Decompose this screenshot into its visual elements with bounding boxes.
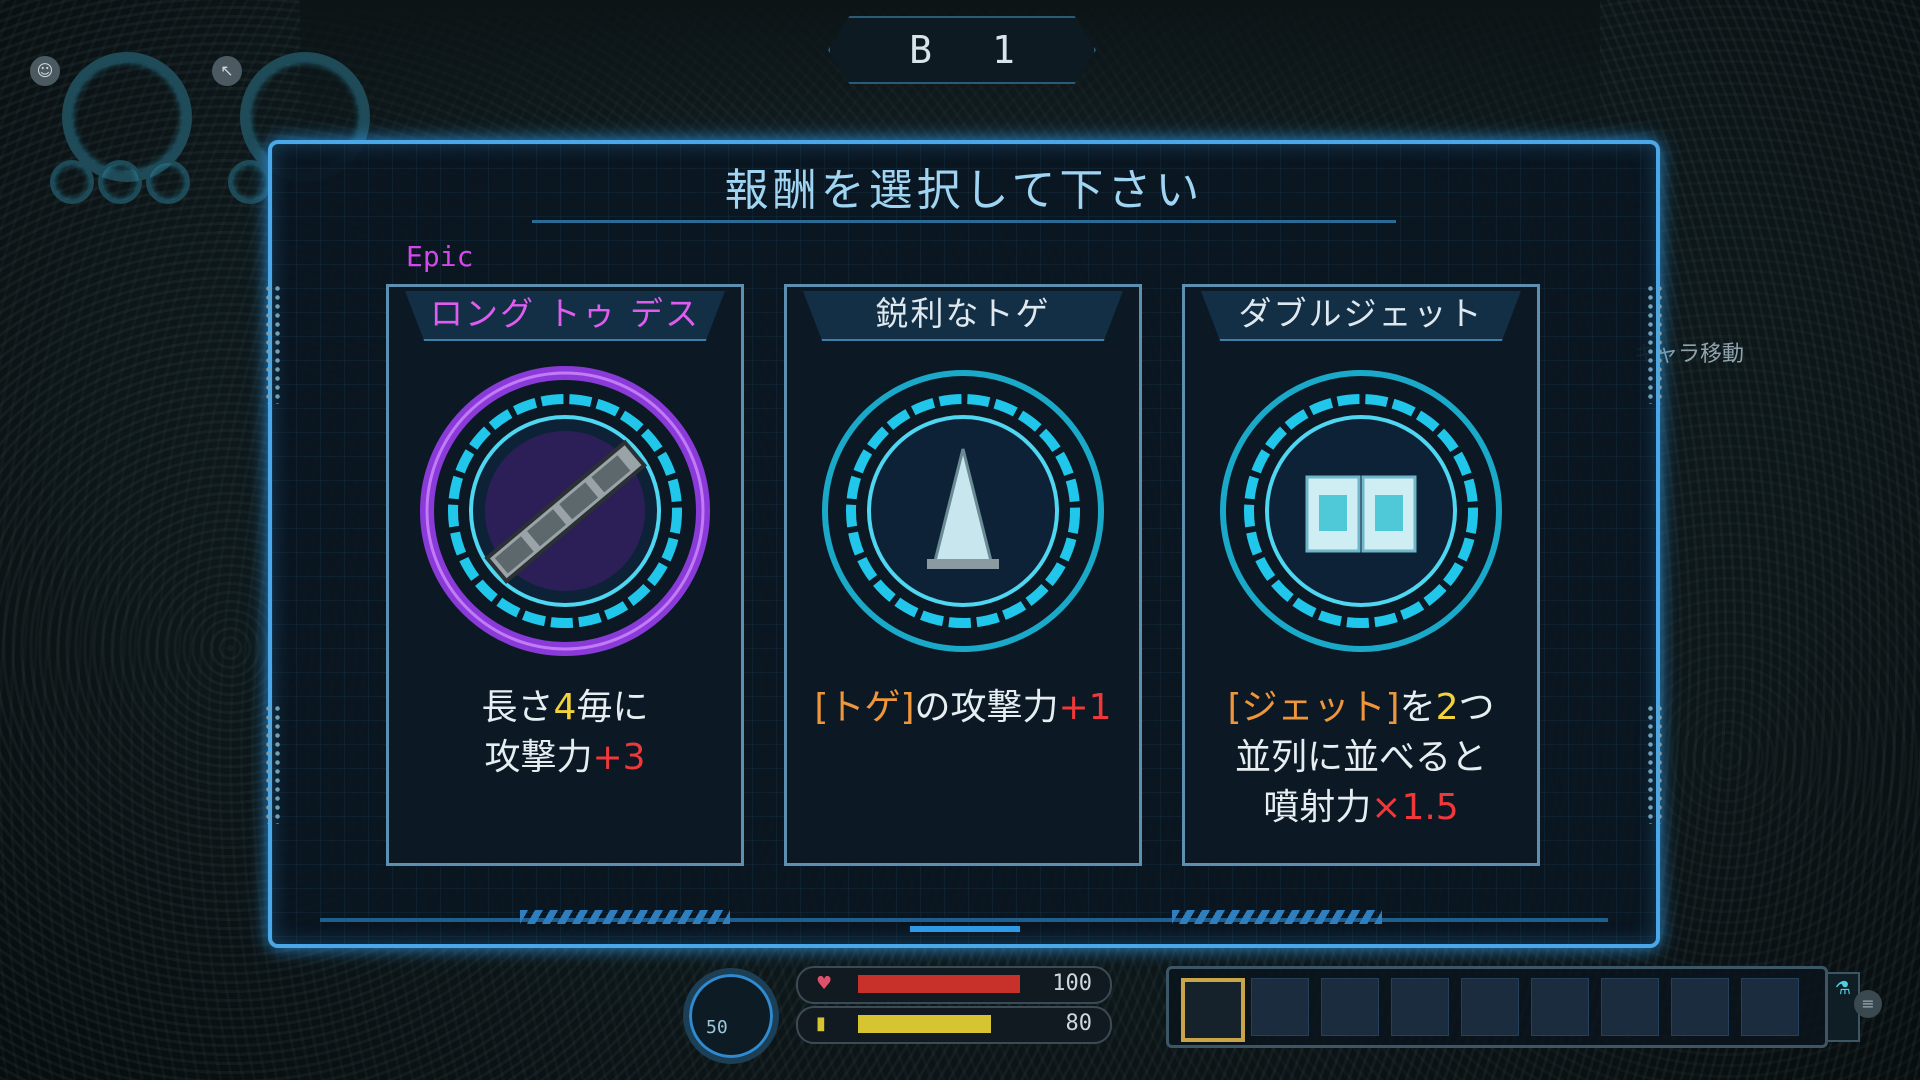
chain-icon <box>420 366 710 656</box>
energy-bar: ▮ 80 <box>796 1006 1112 1044</box>
ability-subring <box>98 160 142 204</box>
frame-hatch-right <box>1172 910 1382 924</box>
character-portrait-icon: ☺ <box>30 56 60 86</box>
dialog-title: 報酬を選択して下さい <box>724 165 1204 216</box>
reward-card-long-to-death[interactable]: ロング トゥ デス 長さ4毎に 攻撃力+3 <box>386 284 744 866</box>
energy-bar-fill <box>858 1015 991 1033</box>
status-bars: ♥ 100 ▮ 80 <box>796 966 1112 1046</box>
hotbar-slot[interactable] <box>1741 978 1799 1036</box>
battery-icon: ▮ <box>816 1013 826 1034</box>
rarity-label: Epic <box>406 240 474 273</box>
title-divider <box>532 220 1396 223</box>
health-bar: ♥ 100 <box>796 966 1112 1004</box>
frame-center-accent <box>910 926 1020 932</box>
menu-icon[interactable]: ≡ <box>1854 990 1882 1018</box>
hotbar-slot[interactable] <box>1531 978 1589 1036</box>
hotbar-slot[interactable] <box>1671 978 1729 1036</box>
hotbar-slot[interactable] <box>1251 978 1309 1036</box>
card-title: 鋭利なトゲ <box>803 291 1123 341</box>
spike-icon <box>822 370 1104 652</box>
card-title: ダブルジェット <box>1201 291 1521 341</box>
cursor-arrow-icon: ↖ <box>212 56 242 86</box>
oxygen-gauge-value: 50 <box>706 1017 728 1038</box>
hotbar-slot[interactable] <box>1601 978 1659 1036</box>
frame-dots-left <box>264 704 282 824</box>
card-description: [トゲ]の攻撃力+1 <box>814 687 1112 728</box>
hotbar-slot[interactable] <box>1461 978 1519 1036</box>
card-title: ロング トゥ デス <box>405 291 725 341</box>
reward-card-double-jet[interactable]: ダブルジェット [ジェット]を2つ 並列に並べると 噴射力×1.5 <box>1182 284 1540 866</box>
ability-subring <box>228 160 272 204</box>
twin-jet-icon <box>1220 370 1502 652</box>
oxygen-gauge <box>683 968 779 1064</box>
frame-bottom-line <box>320 918 1608 922</box>
hotbar <box>1166 966 1828 1048</box>
floor-label: B <box>909 28 932 72</box>
frame-hatch-left <box>520 910 730 924</box>
frame-dots-right <box>1646 704 1664 824</box>
ability-subring <box>50 160 94 204</box>
health-bar-fill <box>858 975 1020 993</box>
card-description: [ジェット]を2つ 並列に並べると 噴射力×1.5 <box>1227 687 1495 828</box>
energy-value: 80 <box>1065 1011 1093 1036</box>
health-value: 100 <box>1052 971 1092 996</box>
reward-dialog: 報酬を選択して下さい Epic ロング トゥ デス 長さ4毎に 攻撃力+3 鋭利… <box>264 140 1664 948</box>
ability-subring <box>146 160 190 204</box>
floor-indicator: B 1 <box>828 16 1096 84</box>
hotbar-slot[interactable] <box>1391 978 1449 1036</box>
frame-dots-left <box>264 284 282 404</box>
hotbar-slot[interactable] <box>1321 978 1379 1036</box>
heart-icon: ♥ <box>816 973 833 994</box>
reward-card-sharp-spike[interactable]: 鋭利なトゲ [トゲ]の攻撃力+1 <box>784 284 1142 866</box>
card-description: 長さ4毎に 攻撃力+3 <box>481 687 649 778</box>
floor-number: 1 <box>992 28 1015 72</box>
hotbar-slot[interactable] <box>1181 978 1245 1042</box>
frame-dots-right <box>1646 284 1664 404</box>
